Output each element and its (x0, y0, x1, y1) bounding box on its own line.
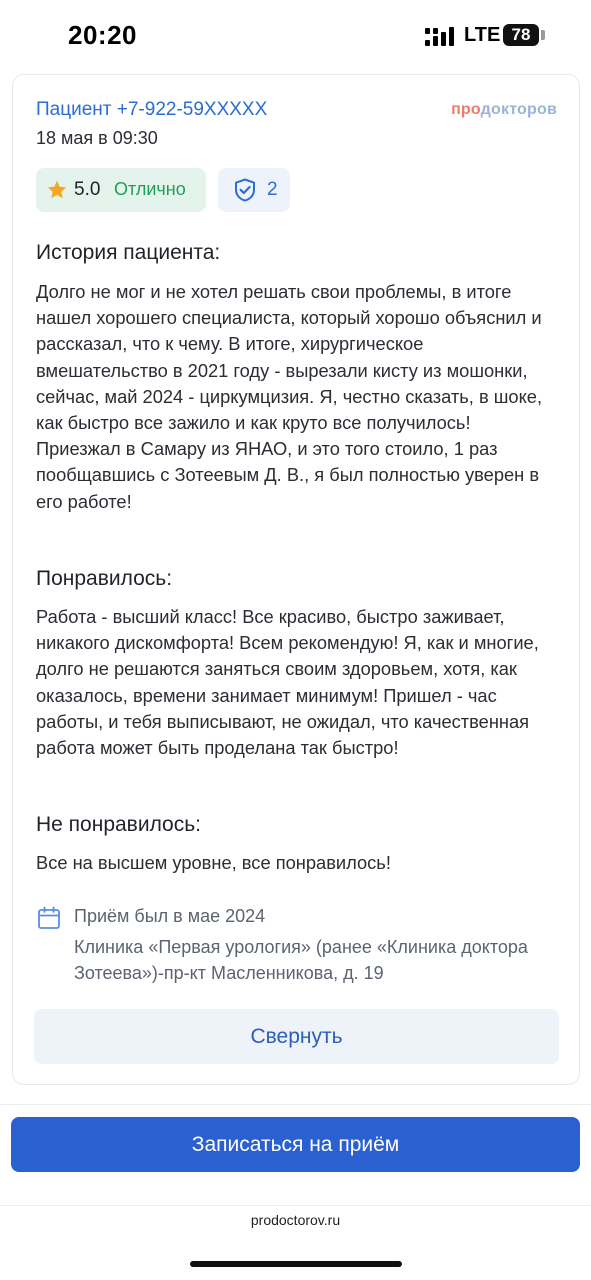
brand-logo: продокторов (451, 101, 557, 118)
status-time: 20:20 (68, 20, 137, 50)
disliked-text: Все на высшем уровне, все понравилось! (36, 852, 391, 873)
collapse-button[interactable]: Свернуть (34, 1009, 559, 1064)
review-card: Пациент +7-922-59XXXXX продокторов 18 ма… (12, 74, 580, 1085)
star-icon (47, 180, 67, 199)
divider (0, 1205, 591, 1206)
disliked-heading: Не понравилось: (36, 813, 202, 836)
home-indicator[interactable] (190, 1261, 402, 1267)
battery-icon: 78 (503, 24, 539, 46)
review-date: 18 мая в 09:30 (36, 128, 158, 148)
book-appointment-button[interactable]: Записаться на приём (11, 1117, 580, 1172)
status-bar: 20:20 LTE 78 (0, 0, 591, 70)
history-text: Долго не мог и не хотел решать свои проб… (36, 281, 543, 512)
liked-heading: Понравилось: (36, 567, 173, 590)
shield-check-icon (235, 178, 255, 202)
visit-clinic[interactable]: Клиника «Первая урология» (ранее «Клиник… (74, 934, 544, 986)
liked-text: Работа - высший класс! Все красиво, быст… (36, 606, 539, 759)
calendar-icon (38, 906, 60, 929)
history-heading: История пациента: (36, 241, 221, 264)
rating-value: 5.0 (74, 179, 101, 200)
rating-word: Отлично (114, 179, 186, 199)
divider (0, 1104, 591, 1105)
verified-count: 2 (267, 179, 278, 200)
review-author[interactable]: Пациент +7-922-59XXXXX (36, 99, 267, 121)
rating-badge: 5.0 Отлично (36, 168, 206, 212)
visit-date: Приём был в мае 2024 (74, 906, 266, 926)
network-type: LTE (464, 24, 501, 46)
verified-badge[interactable]: 2 (218, 168, 290, 212)
battery-tip (541, 30, 545, 40)
signal-icon (425, 27, 454, 46)
site-url[interactable]: prodoctorov.ru (0, 1212, 591, 1228)
